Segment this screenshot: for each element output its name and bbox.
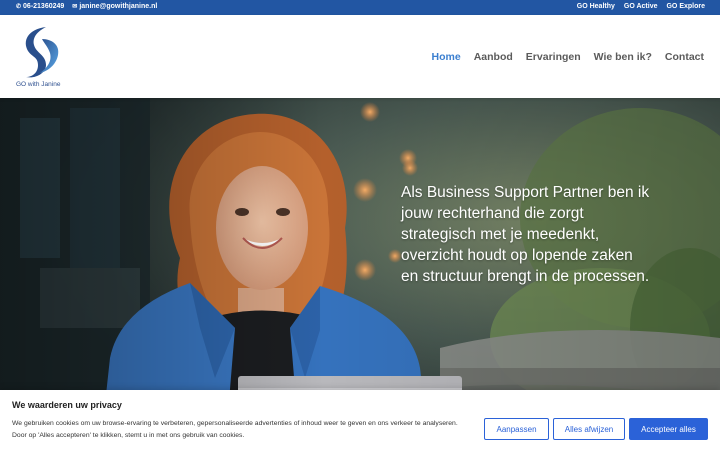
phone-number: 06-21360249 bbox=[23, 3, 65, 10]
nav-ervaringen[interactable]: Ervaringen bbox=[526, 51, 581, 63]
main-nav: Home Aanbod Ervaringen Wie ben ik? Conta… bbox=[432, 51, 704, 63]
logo[interactable]: GO with Janine bbox=[16, 23, 66, 93]
cookie-banner: We waarderen uw privacy We gebruiken coo… bbox=[0, 390, 720, 450]
email-link[interactable]: ✉ janine@gowithjanine.nl bbox=[72, 3, 157, 10]
hero-tagline: Als Business Support Partner ben ik jouw… bbox=[401, 184, 650, 285]
cookie-title: We waarderen uw privacy bbox=[12, 400, 122, 410]
nav-home[interactable]: Home bbox=[432, 51, 461, 63]
reject-all-button[interactable]: Alles afwijzen bbox=[553, 418, 625, 440]
phone-link[interactable]: ✆ 06-21360249 bbox=[16, 3, 64, 10]
nav-wie-ben-ik[interactable]: Wie ben ik? bbox=[594, 51, 652, 63]
site-header: GO with Janine Home Aanbod Ervaringen Wi… bbox=[0, 15, 720, 98]
go-explore-link[interactable]: GO Explore bbox=[666, 3, 705, 10]
go-active-link[interactable]: GO Active bbox=[624, 3, 658, 10]
mail-icon: ✉ bbox=[72, 4, 78, 10]
customize-button[interactable]: Aanpassen bbox=[484, 418, 549, 440]
nav-contact[interactable]: Contact bbox=[665, 51, 704, 63]
logo-icon bbox=[25, 27, 59, 78]
nav-aanbod[interactable]: Aanbod bbox=[474, 51, 513, 63]
secondary-nav: GO Healthy GO Active GO Explore bbox=[577, 3, 705, 10]
contact-info: ✆ 06-21360249 ✉ janine@gowithjanine.nl bbox=[16, 3, 157, 10]
email-address: janine@gowithjanine.nl bbox=[79, 3, 158, 10]
cookie-description: We gebruiken cookies om uw browse-ervari… bbox=[12, 420, 458, 439]
phone-icon: ✆ bbox=[16, 4, 22, 10]
top-bar: ✆ 06-21360249 ✉ janine@gowithjanine.nl G… bbox=[0, 0, 720, 15]
logo-text: GO with Janine bbox=[16, 81, 61, 88]
go-healthy-link[interactable]: GO Healthy bbox=[577, 3, 615, 10]
accept-all-button[interactable]: Accepteer alles bbox=[629, 418, 708, 440]
